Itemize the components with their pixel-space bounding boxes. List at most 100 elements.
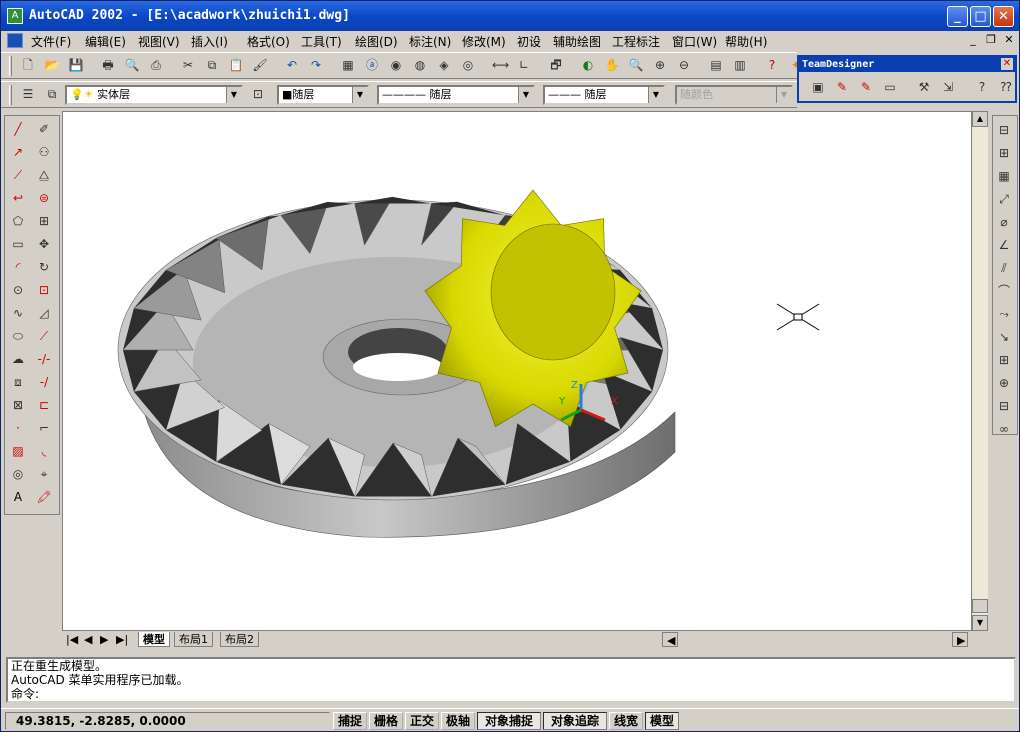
menu-modify[interactable]: 修改(M) xyxy=(462,33,506,50)
document-icon[interactable] xyxy=(7,33,23,48)
menu-help[interactable]: 帮助(H) xyxy=(725,33,767,50)
light-icon[interactable]: ◍ xyxy=(411,56,429,74)
menu-dimension[interactable]: 标注(N) xyxy=(409,33,451,50)
tab-layout2[interactable]: 布局2 xyxy=(220,632,259,647)
redo-icon[interactable]: ↷ xyxy=(307,56,325,74)
polygon-icon[interactable]: ⬠ xyxy=(9,212,27,230)
coordinate-readout[interactable]: 49.3815, -2.8285, 0.0000 xyxy=(5,712,330,730)
scroll-up-icon[interactable]: ▲ xyxy=(972,111,988,127)
command-prompt[interactable]: 命令: xyxy=(8,687,1014,701)
ucs-icon[interactable]: ∟ xyxy=(515,56,533,74)
td-list-icon[interactable]: ▣ xyxy=(809,78,827,96)
menu-aux-draw[interactable]: 辅助绘图 xyxy=(553,33,601,50)
menu-eng-dimension[interactable]: 工程标注 xyxy=(612,33,660,50)
td-tool-icon[interactable]: ⚒ xyxy=(915,78,933,96)
team-designer-panel[interactable]: TeamDesigner ✕ ▣ ✎ ✎ ▭ ⚒ ⇲? ⁇ xyxy=(797,55,1017,103)
aligned-dim-icon[interactable]: ⊞ xyxy=(995,144,1013,162)
td-qhelp-icon[interactable]: ⁇ xyxy=(997,78,1015,96)
ortho-toggle[interactable]: 正交 xyxy=(405,712,439,730)
designcenter-icon[interactable]: ▦ xyxy=(339,56,357,74)
menu-format[interactable]: 格式(O) xyxy=(247,33,290,50)
tab-layout1[interactable]: 布局1 xyxy=(174,632,213,647)
explode-icon[interactable]: ⌖ xyxy=(35,465,53,483)
tolerance-icon[interactable]: ⊞ xyxy=(995,351,1013,369)
orbit-icon[interactable]: ◐ xyxy=(579,56,597,74)
td-export-icon[interactable]: ⇲ xyxy=(939,78,957,96)
break-icon[interactable]: ⊏ xyxy=(35,396,53,414)
radius-dim-icon[interactable]: ⤢ xyxy=(995,190,1013,208)
hatch-icon[interactable]: ▨ xyxy=(9,442,27,460)
menu-draw[interactable]: 绘图(D) xyxy=(355,33,398,50)
chevron-down-icon[interactable]: ▼ xyxy=(648,87,663,103)
match-properties-icon[interactable]: 🖌 xyxy=(251,56,269,74)
fillet-icon[interactable]: ◟ xyxy=(35,442,53,460)
new-icon[interactable]: 🗋 xyxy=(19,56,37,74)
menu-tools[interactable]: 工具(T) xyxy=(301,33,342,50)
drawing-canvas[interactable]: Z Y X xyxy=(62,111,972,631)
lineweight-toggle[interactable]: 线宽 xyxy=(609,712,643,730)
zoom-previous-icon[interactable]: ⊖ xyxy=(675,56,693,74)
menu-file[interactable]: 文件(F) xyxy=(31,33,71,50)
polyline-icon[interactable]: ↩ xyxy=(9,189,27,207)
doc-restore-icon[interactable]: ❐ xyxy=(983,33,999,47)
construction-line-icon[interactable]: ⟋ xyxy=(9,166,27,184)
spline-icon[interactable]: ∿ xyxy=(9,304,27,322)
td-edit1-icon[interactable]: ✎ xyxy=(833,78,851,96)
chamfer-icon[interactable]: ⌐ xyxy=(35,419,53,437)
menu-window[interactable]: 窗口(W) xyxy=(672,33,717,50)
maximize-button[interactable]: □ xyxy=(970,6,991,27)
print-preview-icon[interactable]: 🔍 xyxy=(123,56,141,74)
menu-edit[interactable]: 编辑(E) xyxy=(85,33,126,50)
material-icon[interactable]: ◈ xyxy=(435,56,453,74)
tab-prev-icon[interactable]: ◀ xyxy=(80,632,96,647)
make-block-icon[interactable]: ⊠ xyxy=(9,396,27,414)
lengthen-icon[interactable]: ⟋ xyxy=(35,327,53,345)
chevron-down-icon[interactable]: ▼ xyxy=(518,87,533,103)
quick-dim-icon[interactable]: ⫽ xyxy=(995,259,1013,277)
tab-model[interactable]: 模型 xyxy=(138,632,170,647)
region-icon[interactable]: ◎ xyxy=(9,465,27,483)
ray-icon[interactable]: ↗ xyxy=(9,143,27,161)
stretch-icon[interactable]: ◿ xyxy=(35,304,53,322)
menu-insert[interactable]: 插入(I) xyxy=(191,33,228,50)
snap-toggle[interactable]: 捕捉 xyxy=(333,712,367,730)
make-object-layer-current-icon[interactable]: ⊡ xyxy=(249,85,267,103)
help-icon[interactable]: ? xyxy=(763,56,781,74)
named-views-icon[interactable]: 🗗 xyxy=(547,56,565,74)
dim-edit-icon[interactable]: ⊟ xyxy=(995,397,1013,415)
minimize-button[interactable]: _ xyxy=(947,6,968,27)
leader-icon[interactable]: ↘ xyxy=(995,328,1013,346)
ordinate-dim-icon[interactable]: ▦ xyxy=(995,167,1013,185)
linetype-select[interactable]: ———— 随层 ▼ xyxy=(377,85,535,105)
save-icon[interactable]: 💾 xyxy=(67,56,85,74)
model-toggle[interactable]: 模型 xyxy=(645,712,679,730)
mtext-icon[interactable]: A xyxy=(9,488,27,506)
vertical-scrollbar[interactable]: ▲ ▼ xyxy=(972,111,988,631)
td-frame-icon[interactable]: ▭ xyxy=(881,78,899,96)
grid-toggle[interactable]: 栅格 xyxy=(369,712,403,730)
offset-icon[interactable]: ⊜ xyxy=(35,189,53,207)
designcenter2-icon[interactable]: ▥ xyxy=(731,56,749,74)
continue-dim-icon[interactable]: ⤳ xyxy=(995,305,1013,323)
mirror-icon[interactable]: ⧋ xyxy=(35,166,53,184)
copy-object-icon[interactable]: ⚇ xyxy=(35,143,53,161)
erase-icon[interactable]: ✐ xyxy=(35,120,53,138)
copy-icon[interactable]: ⧉ xyxy=(203,56,221,74)
doc-close-icon[interactable]: ✕ xyxy=(1001,33,1017,47)
layer-manager-icon[interactable]: ☰ xyxy=(19,85,37,103)
td-edit2-icon[interactable]: ✎ xyxy=(857,78,875,96)
tab-last-icon[interactable]: ▶| xyxy=(112,632,132,647)
open-icon[interactable]: 📂 xyxy=(43,56,61,74)
scroll-thumb[interactable] xyxy=(972,599,988,613)
arc-icon[interactable]: ◜ xyxy=(9,258,27,276)
array-icon[interactable]: ⊞ xyxy=(35,212,53,230)
insert-block-icon[interactable]: ⧈ xyxy=(9,373,27,391)
title-bar[interactable]: A AutoCAD 2002 - [E:\acadwork\zhuichi1.d… xyxy=(1,1,1019,31)
menu-view[interactable]: 视图(V) xyxy=(138,33,180,50)
chevron-down-icon[interactable]: ▼ xyxy=(226,87,241,103)
linear-dim-icon[interactable]: ⊟ xyxy=(995,121,1013,139)
cut-icon[interactable]: ✂ xyxy=(179,56,197,74)
menu-initial-setup[interactable]: 初设 xyxy=(517,33,541,50)
otrack-toggle[interactable]: 对象追踪 xyxy=(543,712,607,730)
explode2-icon[interactable]: 🖍 xyxy=(35,488,53,506)
